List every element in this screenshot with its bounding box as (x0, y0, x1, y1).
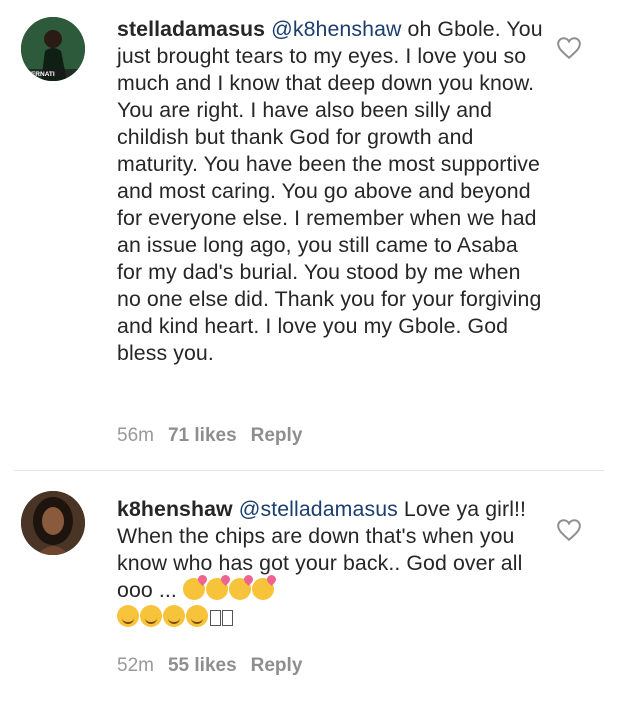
comment-mention[interactable]: @k8henshaw (271, 17, 401, 41)
comment-meta: 56m 71 likes Reply (117, 425, 302, 447)
kissing-heart-emoji-icon (182, 578, 205, 600)
comment-mention[interactable]: @stelladamasus (239, 497, 398, 521)
comment-reply-button[interactable]: Reply (251, 425, 303, 447)
comment-username[interactable]: k8henshaw (117, 497, 233, 521)
comment-body: oh Gbole. You just brought tears to my e… (117, 17, 543, 365)
comment-time: 52m (117, 655, 154, 676)
comment-divider (14, 470, 604, 471)
kissing-heart-emoji-icon (251, 578, 274, 600)
comment-meta: 52m 55 likes Reply (117, 655, 302, 677)
svg-text:TERNATI: TERNATI (27, 71, 55, 78)
missing-glyph-icon (222, 610, 233, 626)
heart-outline-icon[interactable] (556, 36, 582, 60)
kissing-heart-emoji-icon (205, 578, 228, 600)
comment-text: k8henshaw @stelladamasus Love ya girl!! … (117, 496, 547, 631)
comment-likes[interactable]: 71 likes (168, 425, 237, 447)
smiling-emoji-icon (186, 605, 208, 627)
comment-username[interactable]: stelladamasus (117, 17, 265, 41)
comment-reply-button[interactable]: Reply (251, 655, 303, 677)
kissing-heart-emoji-icon (228, 578, 251, 600)
comment-text: stelladamasus @k8henshaw oh Gbole. You j… (117, 16, 547, 367)
smiling-emoji-icon (163, 605, 185, 627)
comment-time: 56m (117, 425, 154, 446)
avatar[interactable] (21, 491, 85, 555)
avatar[interactable]: TERNATI (21, 17, 85, 81)
heart-outline-icon[interactable] (556, 518, 582, 542)
comment-likes[interactable]: 55 likes (168, 655, 237, 677)
smiling-emoji-icon (140, 605, 162, 627)
avatar-image: TERNATI (21, 17, 85, 81)
avatar-image (21, 491, 85, 555)
missing-glyph-icon (210, 610, 221, 626)
smiling-emoji-icon (117, 605, 139, 627)
